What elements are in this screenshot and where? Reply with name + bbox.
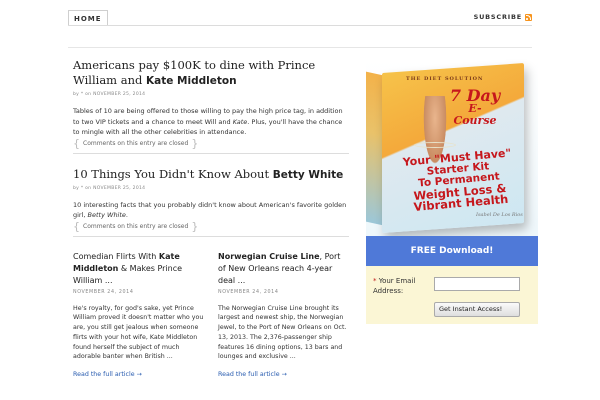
related-title-text: Comedian Flirts With: [73, 251, 159, 261]
signup-form: * Your Email Address: Get Instant Access…: [366, 266, 538, 324]
email-label: * Your Email Address:: [373, 276, 431, 296]
header-divider: [68, 47, 532, 48]
brace-close-icon: }: [191, 219, 199, 233]
related-article-text: He's royalty, for god's sake, yet Prince…: [73, 304, 204, 361]
related-articles: Comedian Flirts With Kate Middleton & Ma…: [73, 251, 349, 379]
comments-status: { Comments on this entry are closed }: [73, 136, 349, 150]
post-title-keyword: Betty White: [272, 168, 344, 181]
brace-open-icon: {: [73, 136, 80, 150]
post-divider: [73, 235, 349, 237]
measuring-tape-icon: [414, 142, 456, 148]
excerpt-emphasis: Kate: [232, 117, 248, 126]
sidebar-optin: THE DIET SOLUTION 7 Day E-Course Your "M…: [366, 60, 538, 400]
related-article-date: NOVEMBER 24, 2014: [218, 289, 279, 295]
main-content: Americans pay $100K to dine with Prince …: [73, 58, 349, 378]
email-field[interactable]: [434, 277, 520, 291]
post-meta: by * on NOVEMBER 25, 2014: [73, 185, 146, 191]
nav-divider: [68, 25, 532, 26]
product-course-label: E-Course: [453, 102, 497, 127]
free-download-banner: FREE Download!: [366, 236, 538, 266]
subscribe-label: SUBSCRIBE: [473, 13, 522, 21]
email-label-text: Your Email Address:: [373, 277, 416, 295]
post-entry: 10 Things You Didn't Know About Betty Wh…: [73, 167, 349, 237]
excerpt-emphasis: Betty White: [87, 211, 126, 219]
post-divider: [73, 152, 349, 154]
post-title-text: 10 Things You Didn't Know About: [73, 166, 273, 181]
post-meta: by * on NOVEMBER 25, 2014: [73, 92, 146, 97]
related-article-title-link[interactable]: Norwegian Cruise Line, Port of New Orlea…: [218, 251, 349, 287]
author-signature: Isabel De Los Rios: [476, 212, 523, 218]
brace-open-icon: {: [73, 219, 80, 233]
post-title-link[interactable]: 10 Things You Didn't Know About Betty Wh…: [73, 167, 349, 183]
related-article-title-link[interactable]: Comedian Flirts With Kate Middleton & Ma…: [73, 251, 204, 287]
product-headline: Your "Must Have" Starter Kit To Permanen…: [398, 146, 521, 215]
read-more-link[interactable]: Read the full article →: [218, 371, 349, 378]
comments-closed-label: Comments on this entry are closed: [83, 140, 189, 147]
related-article-date: NOVEMBER 24, 2014: [73, 289, 134, 295]
subscribe-link[interactable]: SUBSCRIBE: [474, 13, 532, 21]
related-article: Comedian Flirts With Kate Middleton & Ma…: [73, 251, 204, 379]
related-article-text: The Norwegian Cruise Line brought its la…: [218, 304, 347, 361]
post-excerpt: Tables of 10 are being offered to those …: [73, 106, 349, 138]
related-article: Norwegian Cruise Line, Port of New Orlea…: [218, 251, 349, 379]
post-entry: Americans pay $100K to dine with Prince …: [73, 58, 349, 154]
product-duration: 7 Day E-Course: [448, 88, 502, 127]
rss-icon: [525, 13, 532, 21]
product-image[interactable]: THE DIET SOLUTION 7 Day E-Course Your "M…: [366, 60, 538, 236]
get-access-button[interactable]: Get Instant Access!: [434, 302, 520, 317]
post-title-link[interactable]: Americans pay $100K to dine with Prince …: [73, 58, 349, 89]
read-more-link[interactable]: Read the full article →: [73, 371, 204, 378]
post-excerpt: 10 interesting facts that you probably d…: [73, 200, 349, 221]
comments-closed-label: Comments on this entry are closed: [83, 223, 189, 230]
nav-home-tab[interactable]: HOME: [68, 10, 108, 26]
product-brand: THE DIET SOLUTION: [406, 76, 484, 82]
brace-close-icon: }: [191, 136, 199, 150]
related-title-keyword: Norwegian Cruise Line: [218, 251, 320, 261]
post-title-keyword: Kate Middleton: [146, 75, 237, 87]
product-days: 7 Day: [449, 86, 501, 105]
top-nav: HOME SUBSCRIBE: [68, 10, 532, 26]
comments-status: { Comments on this entry are closed }: [73, 219, 349, 233]
excerpt-text-end: .: [125, 211, 128, 219]
